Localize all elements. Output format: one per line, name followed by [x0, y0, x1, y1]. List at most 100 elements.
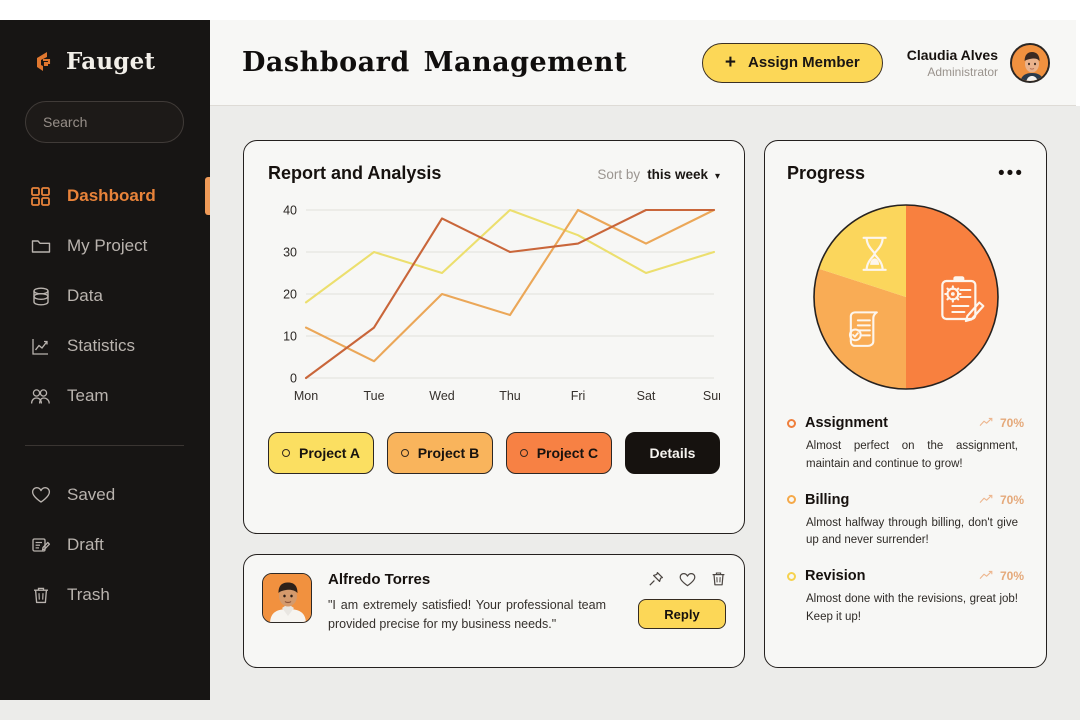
alfredo-avatar	[262, 573, 312, 623]
avatar[interactable]	[1010, 42, 1050, 83]
progress-item-head: Revision 70%	[787, 567, 1024, 585]
progress-item-desc: Almost perfect on the assignment, mainta…	[806, 440, 1018, 470]
project-a-label: Project A	[299, 445, 360, 461]
sidebar-item-label: Draft	[67, 535, 104, 554]
testimonial-quote: "I am extremely satisfied! Your professi…	[328, 598, 606, 631]
heart-icon	[30, 485, 51, 506]
main-content: Report and Analysis Sort by this week ▾ …	[210, 106, 1080, 720]
project-c-label: Project C	[536, 445, 599, 461]
testimonial-author: Alfredo Torres	[328, 571, 431, 588]
pin-icon[interactable]	[648, 571, 664, 587]
trend-up-icon	[979, 491, 993, 509]
trash-icon[interactable]	[711, 571, 726, 587]
sort-by-label: Sort by	[597, 167, 641, 182]
sort-by-value: this week	[647, 167, 708, 182]
sort-by-dropdown[interactable]: Sort by this week ▾	[597, 167, 720, 182]
sidebar-nav: Dashboard My Project Data Statistics Tea…	[0, 171, 210, 620]
progress-item-assignment[interactable]: Assignment 70% Almost perfect on the ass…	[787, 414, 1024, 474]
line-chart-icon	[30, 336, 51, 357]
database-icon	[30, 286, 51, 307]
sidebar-divider	[25, 445, 184, 446]
project-b-button[interactable]: Project B	[386, 432, 493, 474]
progress-item-pct: 70%	[999, 492, 1024, 507]
progress-item-pct: 70%	[999, 569, 1024, 584]
sidebar-item-trash[interactable]: Trash	[0, 570, 210, 620]
svg-text:40: 40	[283, 204, 297, 218]
circle-icon	[282, 449, 290, 457]
progress-item-metric: 70%	[979, 567, 1024, 585]
brand: Fauget	[0, 20, 210, 75]
progress-item-pct: 70%	[999, 416, 1024, 430]
progress-card-title: Progress	[787, 163, 866, 183]
page-header: Dashboard Management + Assign Member Cla…	[210, 20, 1076, 106]
trend-up-icon	[979, 567, 993, 585]
status-bullet-icon	[787, 571, 796, 581]
project-filter-row: Project A Project B Project C Details	[268, 432, 720, 474]
report-card-header: Report and Analysis Sort by this week ▾	[268, 163, 720, 184]
user-name: Claudia Alves	[906, 46, 998, 63]
details-button[interactable]: Details	[624, 432, 720, 474]
reply-button[interactable]: Reply	[638, 599, 726, 629]
progress-item-desc: Almost halfway through billing, don't gi…	[806, 516, 1018, 547]
grid-icon	[30, 186, 51, 207]
sidebar-item-data[interactable]: Data	[0, 271, 210, 321]
progress-list: Assignment 70% Almost perfect on the ass…	[787, 414, 1024, 627]
sidebar-item-label: Data	[67, 286, 103, 305]
user-profile[interactable]: Claudia Alves Administrator	[907, 42, 1050, 83]
sidebar-item-saved[interactable]: Saved	[0, 470, 210, 520]
assign-member-button[interactable]: + Assign Member	[701, 42, 883, 83]
people-icon	[30, 386, 51, 407]
header-right: + Assign Member Claudia Alves Administra…	[701, 42, 1050, 83]
svg-text:0: 0	[290, 372, 297, 386]
progress-item-name: Revision	[805, 568, 866, 585]
search-input[interactable]	[43, 114, 224, 130]
more-options-icon[interactable]: •••	[998, 164, 1024, 184]
line-chart-svg: 0 10 20 30 40 Mon Tue Wed Thu Fri Sat Sun	[283, 204, 725, 404]
sidebar-item-label: Team	[67, 386, 109, 405]
status-bullet-icon	[787, 495, 796, 505]
sidebar: Fauget Da	[0, 20, 239, 700]
svg-text:Sat: Sat	[637, 389, 656, 403]
sidebar-item-team[interactable]: Team	[0, 371, 210, 421]
progress-item-billing[interactable]: Billing 70% Almost halfway through billi…	[787, 491, 1024, 551]
sidebar-item-my-project[interactable]: My Project	[0, 221, 210, 271]
brand-name: Fauget	[66, 48, 156, 75]
pie-chart-svg	[812, 204, 999, 390]
progress-item-head: Assignment 70%	[787, 414, 1024, 432]
search-box[interactable]	[25, 101, 239, 143]
sidebar-item-draft[interactable]: Draft	[0, 520, 210, 570]
sidebar-item-dashboard[interactable]: Dashboard	[0, 171, 210, 221]
page-title: Dashboard Management	[242, 47, 628, 78]
progress-item-name: Billing	[805, 491, 850, 508]
heart-icon[interactable]	[679, 572, 696, 587]
circle-icon	[519, 449, 528, 457]
testimonial-actions: Reply	[638, 571, 726, 651]
progress-card: Progress ••• Assignment 70% Almost perfe…	[764, 140, 1047, 668]
svg-text:Fri: Fri	[571, 389, 586, 403]
sidebar-item-label: Dashboard	[67, 186, 156, 205]
svg-text:Wed: Wed	[429, 389, 455, 403]
draft-edit-icon	[30, 535, 51, 556]
progress-card-header: Progress •••	[787, 163, 1024, 184]
testimonial-body: Alfredo Torres "I am extremely satisfied…	[328, 571, 622, 651]
testimonial-icon-row	[648, 571, 726, 587]
progress-item-revision[interactable]: Revision 70% Almost done with the revisi…	[787, 567, 1024, 627]
report-card-title: Report and Analysis	[268, 163, 442, 183]
window-top-strip	[0, 0, 1080, 20]
pie-chart	[787, 202, 1024, 392]
user-text: Claudia Alves Administrator	[907, 47, 998, 79]
circle-icon	[400, 449, 409, 457]
project-c-button[interactable]: Project C	[505, 432, 612, 474]
assign-member-label: Assign Member	[748, 54, 860, 71]
user-role: Administrator	[927, 64, 998, 79]
progress-item-name: Assignment	[805, 415, 888, 431]
fauget-logo-icon	[30, 49, 56, 75]
folder-icon	[30, 236, 51, 257]
sidebar-item-statistics[interactable]: Statistics	[0, 321, 210, 371]
svg-text:Sun: Sun	[703, 389, 720, 403]
svg-text:10: 10	[283, 330, 297, 344]
project-a-button[interactable]: Project A	[268, 432, 374, 474]
dashboard-app: Fauget Da	[0, 0, 1080, 720]
testimonial-card: Alfredo Torres "I am extremely satisfied…	[243, 554, 745, 668]
svg-text:Tue: Tue	[363, 389, 384, 403]
